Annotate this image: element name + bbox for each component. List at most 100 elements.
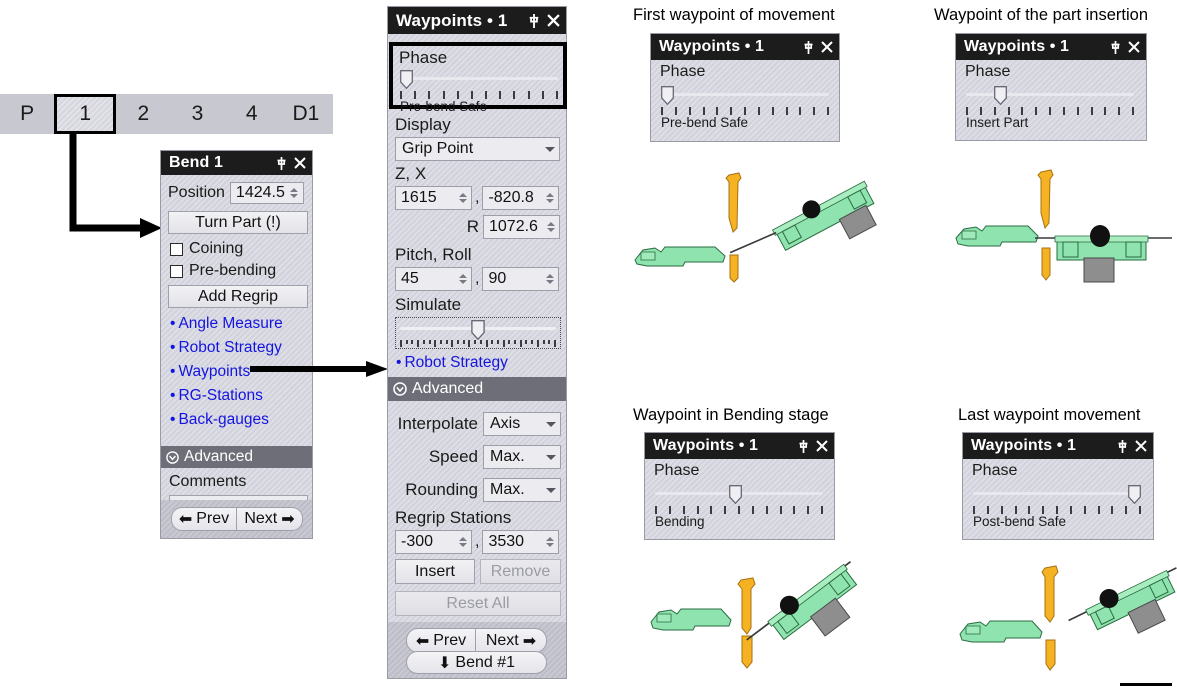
bend-tab-strip[interactable]: P 1 2 3 4 D1 [0, 94, 333, 134]
add-regrip-button[interactable]: Add Regrip [168, 285, 308, 308]
slider-thumb[interactable] [1128, 485, 1141, 505]
regrip-a-spin-arrows[interactable] [456, 531, 471, 553]
z-spin-arrows[interactable] [456, 187, 471, 209]
example-3-title: Waypoints • 1 [653, 437, 758, 454]
waypoints-nav-footer: ⬅ Prev Next ➡ ⬇ Bend #1 [388, 622, 566, 678]
turn-part-button[interactable]: Turn Part (!) [168, 211, 308, 234]
tab-D1[interactable]: D1 [279, 94, 333, 134]
interpolate-select[interactable]: Axis [483, 412, 561, 436]
chevron-down-icon [546, 421, 556, 427]
link-back-gauges[interactable]: • Back-gauges [170, 411, 283, 429]
z-stepper[interactable]: 1615 [395, 186, 472, 210]
slider-thumb[interactable] [661, 86, 674, 106]
interpolate-label: Interpolate [397, 414, 478, 433]
tab-label: D1 [292, 102, 320, 125]
example-2-phase-slider[interactable]: Insert Part [966, 84, 1134, 130]
pin-icon[interactable] [803, 40, 814, 54]
close-icon[interactable] [816, 440, 828, 452]
coining-checkbox[interactable] [170, 242, 183, 256]
close-icon[interactable] [1135, 440, 1147, 452]
example-4-phase-slider[interactable]: Post-bend Safe [973, 483, 1141, 529]
waypoints-panel: Waypoints • 1 Phase Pre-bend Safe Displa… [387, 6, 567, 679]
coining-checkbox-row[interactable]: Coining [170, 240, 243, 258]
bend-jump-button[interactable]: ⬇ Bend #1 [406, 651, 547, 674]
example-1-phase-slider[interactable]: Pre-bend Safe [661, 84, 829, 130]
close-icon[interactable] [821, 41, 833, 53]
chevron-down-icon [546, 454, 556, 460]
slider-track[interactable] [661, 93, 829, 96]
insert-button[interactable]: Insert [395, 559, 475, 584]
roll-stepper[interactable]: 90 [482, 267, 560, 291]
tab-2[interactable]: 2 [116, 94, 170, 134]
position-spin-arrows[interactable] [288, 183, 303, 203]
regrip-station-a-stepper[interactable]: -300 [395, 530, 472, 554]
slider-track[interactable] [973, 492, 1141, 495]
tab-label: P [20, 102, 35, 125]
slider-thumb[interactable] [729, 485, 742, 505]
connector-waypoints-to-panel [250, 361, 388, 377]
close-icon[interactable] [294, 157, 306, 169]
close-icon[interactable] [547, 14, 560, 27]
waypoints-advanced-section-header[interactable]: Advanced [388, 377, 566, 401]
prebending-checkbox[interactable] [170, 264, 183, 278]
reset-all-button[interactable]: Reset All [395, 591, 561, 616]
link-robot-strategy[interactable]: • Robot Strategy [170, 339, 283, 357]
zx-label: Z, X [395, 164, 427, 183]
r-stepper[interactable]: 1072.6 [483, 215, 560, 239]
arrow-down-icon: ⬇ [437, 654, 452, 672]
x-stepper[interactable]: -820.8 [482, 186, 560, 210]
x-spin-arrows[interactable] [543, 187, 558, 209]
pin-icon[interactable] [528, 13, 540, 28]
link-rg-stations[interactable]: • RG-Stations [170, 387, 283, 405]
bend-nav-footer: ⬅ Prev Next ➡ [161, 500, 312, 538]
pitch-spin-arrows[interactable] [456, 268, 471, 290]
pin-icon[interactable] [1117, 439, 1128, 453]
slider-thumb[interactable] [994, 86, 1007, 106]
position-stepper[interactable]: 1424.5 [229, 182, 304, 204]
example-1-titlebar: Waypoints • 1 [651, 34, 839, 60]
r-value: 1072.6 [489, 218, 538, 235]
regrip-station-b-stepper[interactable]: 3530 [482, 530, 560, 554]
roll-value: 90 [488, 270, 507, 287]
simulate-slider[interactable] [395, 317, 561, 349]
regrip-b-spin-arrows[interactable] [543, 531, 558, 553]
simulate-slider-thumb[interactable] [471, 320, 485, 341]
tab-3[interactable]: 3 [170, 94, 224, 134]
slider-track[interactable] [966, 93, 1134, 96]
tab-1[interactable]: 1 [54, 94, 117, 134]
bend-panel: Bend 1 Position 1424.5 Turn Part (!) Coi… [160, 150, 313, 539]
pin-icon[interactable] [1110, 40, 1121, 54]
pin-icon[interactable] [798, 439, 809, 453]
phase-slider[interactable]: Pre-bend Safe [400, 68, 558, 114]
close-icon[interactable] [1128, 41, 1140, 53]
slider-ticks [661, 107, 829, 115]
display-select[interactable]: Grip Point [395, 137, 560, 161]
bend-next-button[interactable]: Next ➡ [237, 507, 303, 531]
rounding-select[interactable]: Max. [483, 478, 561, 502]
turn-part-label: Turn Part (!) [195, 213, 281, 231]
waypoints-prev-button[interactable]: ⬅ Prev [406, 628, 476, 653]
example-3-caption: Waypoint in Bending stage [633, 406, 829, 424]
r-spin-arrows[interactable] [544, 216, 559, 238]
coining-label: Coining [189, 240, 244, 257]
tab-P[interactable]: P [0, 94, 54, 134]
pin-icon[interactable] [276, 156, 287, 170]
zx-comma: , [475, 189, 480, 206]
waypoints-next-button[interactable]: Next ➡ [476, 628, 547, 653]
pitch-stepper[interactable]: 45 [395, 267, 472, 291]
display-value: Grip Point [402, 140, 474, 157]
roll-spin-arrows[interactable] [543, 268, 558, 290]
simulate-label: Simulate [395, 295, 462, 314]
phase-slider-track[interactable] [400, 77, 558, 80]
example-3-phase-slider[interactable]: Bending [655, 483, 823, 529]
link-angle-measure[interactable]: • Angle Measure [170, 315, 283, 333]
phase-slider-thumb[interactable] [400, 70, 413, 90]
tab-4[interactable]: 4 [225, 94, 279, 134]
example-4-caption: Last waypoint movement [958, 406, 1141, 424]
bend-advanced-section-header[interactable]: Advanced [161, 446, 312, 468]
remove-button[interactable]: Remove [480, 559, 561, 584]
bend-prev-button[interactable]: ⬅ Prev [171, 507, 237, 531]
link-robot-strategy[interactable]: • Robot Strategy [396, 354, 508, 372]
speed-select[interactable]: Max. [483, 445, 561, 469]
prebending-checkbox-row[interactable]: Pre-bending [170, 262, 276, 280]
